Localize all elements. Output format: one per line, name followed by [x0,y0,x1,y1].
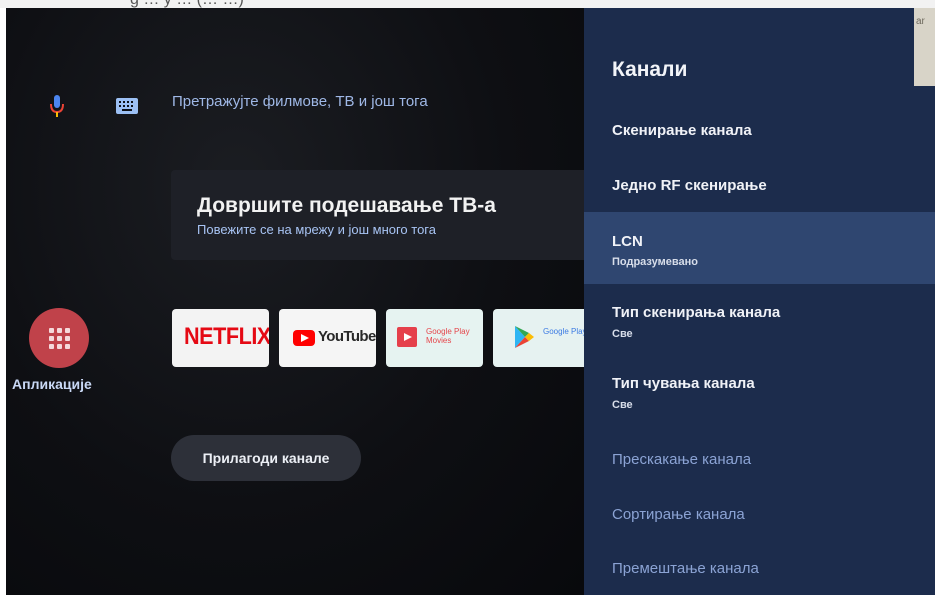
menu-item-label: Сортирање канала [612,506,745,523]
youtube-play-icon [293,330,315,346]
netflix-logo: NETFLIX [184,323,269,350]
apps-grid-icon [49,328,70,349]
google-play-movies-label: Google Play Movies [426,327,470,345]
channels-settings-panel: Канали Скенирање канала Једно RF скенира… [584,8,935,595]
top-strip: g … y … (… …) [0,0,935,8]
setup-card-subtitle: Повежите се на мрежу и још много тога [197,222,436,237]
menu-item-label: Скенирање канала [612,122,752,139]
menu-item-value: Све [612,328,633,340]
menu-item-channel-sort[interactable]: Сортирање канала [584,495,935,535]
menu-item-label: Тип скенирања канала [612,304,781,321]
menu-item-label: Тип чувања канала [612,375,755,392]
menu-item-label: Једно RF скенирање [612,177,767,194]
menu-item-channel-skip[interactable]: Прескакање канала [584,440,935,480]
menu-item-value: Подразумевано [612,256,698,268]
menu-item-lcn[interactable]: LCN Подразумевано [584,212,935,284]
search-input[interactable]: Претражујте филмове, ТВ и још тога [172,93,428,110]
play-movies-icon [397,327,417,347]
menu-item-channel-move[interactable]: Премештање канала [584,549,935,589]
panel-title: Канали [612,58,688,81]
setup-card[interactable]: Довршите подешавање ТВ-а Повежите се на … [171,170,584,260]
microphone-icon[interactable] [49,94,65,120]
menu-item-channel-store-type[interactable]: Тип чувања канала Све [584,363,935,429]
top-strip-text: g … y … (… …) [130,0,244,8]
tv-screen: Претражујте филмове, ТВ и још тога Доврш… [6,8,935,595]
menu-item-channel-scan[interactable]: Скенирање канала [584,108,935,154]
menu-item-channel-scan-type[interactable]: Тип скенирања канала Све [584,292,935,358]
google-play-movies-tile[interactable]: Google Play Movies [386,309,483,367]
apps-button[interactable] [29,308,89,368]
menu-item-single-rf-scan[interactable]: Једно RF скенирање [584,162,935,210]
keyboard-icon[interactable] [116,98,138,114]
setup-card-title: Довршите подешавање ТВ-а [197,194,496,217]
play-store-icon [515,326,534,348]
preview-thumbnail: ar [914,8,935,86]
youtube-logo-text: YouTube [318,328,376,345]
menu-item-label: LCN [612,233,643,250]
apps-label: Апликације [12,376,92,392]
youtube-tile[interactable]: YouTube [279,309,376,367]
home-screen: Претражујте филмове, ТВ и још тога Доврш… [6,8,584,595]
menu-item-value: Све [612,399,633,411]
customize-channels-button[interactable]: Прилагоди канале [171,435,361,481]
netflix-tile[interactable]: NETFLIX [172,309,269,367]
google-play-store-label: Google Play Store [543,327,584,336]
google-play-store-tile[interactable]: Google Play Store [493,309,584,367]
preview-text: ar [916,16,925,27]
menu-item-label: Премештање канала [612,560,759,577]
menu-item-label: Прескакање канала [612,451,752,468]
